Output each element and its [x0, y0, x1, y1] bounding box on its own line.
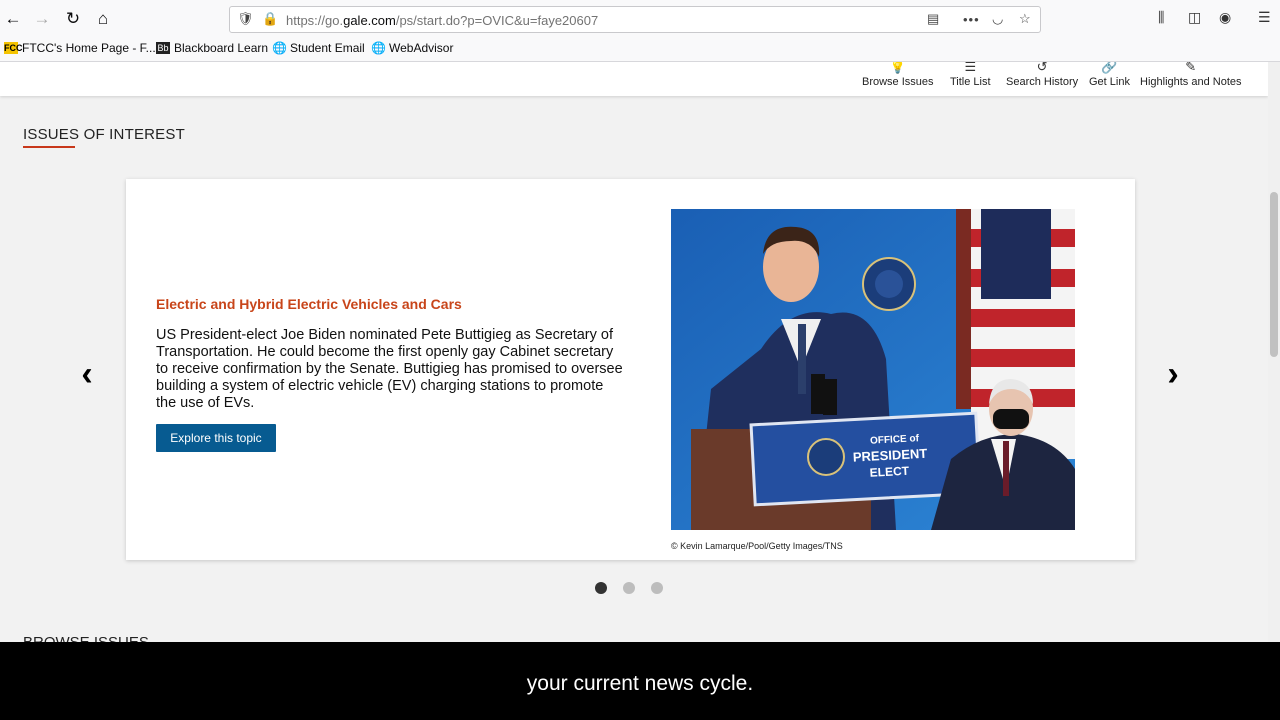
browse-issues-button[interactable]: 💡 Browse Issues: [862, 62, 934, 88]
topic-title[interactable]: Electric and Hybrid Electric Vehicles an…: [156, 296, 462, 312]
link-icon: 🔗: [1101, 62, 1118, 74]
list-icon: ☰: [964, 62, 977, 74]
lock-icon[interactable]: 🔒: [262, 11, 278, 27]
featured-issue-card: Electric and Hybrid Electric Vehicles an…: [126, 179, 1135, 560]
ftcc-icon: FCC: [4, 42, 23, 54]
tool-label: Get Link: [1089, 76, 1130, 88]
reader-view-icon[interactable]: ▤: [927, 11, 939, 27]
topic-photo: OFFICE of PRESIDENT ELECT: [671, 209, 1075, 530]
globe-icon: 🌐: [272, 41, 287, 55]
bookmark-blackboard[interactable]: Bb Blackboard Learn: [156, 41, 268, 55]
gale-page: 💡 Browse Issues ☰ Title List ↺ Search Hi…: [0, 62, 1268, 642]
browse-issues-heading: BROWSE ISSUES: [23, 634, 149, 642]
page-scrollbar[interactable]: [1268, 62, 1280, 642]
video-subtitle-bar: your current news cycle.: [0, 642, 1280, 720]
podium-text: ELECT: [869, 464, 910, 480]
explore-topic-button[interactable]: Explore this topic: [156, 424, 276, 452]
carousel-dot-1[interactable]: [595, 582, 607, 594]
bookmark-ftcc[interactable]: FCC FTCC's Home Page - F...: [4, 41, 156, 55]
carousel-dot-2[interactable]: [623, 582, 635, 594]
section-underline: [23, 146, 75, 148]
bookmark-webadvisor[interactable]: 🌐 WebAdvisor: [371, 41, 453, 55]
page-actions-icon[interactable]: •••: [963, 12, 980, 27]
highlights-notes-button[interactable]: ✎ Highlights and Notes: [1140, 62, 1242, 88]
library-icon[interactable]: ⫼: [1158, 9, 1164, 26]
carousel-next-button[interactable]: ›: [1158, 354, 1188, 394]
subtitle-text: your current news cycle.: [526, 672, 754, 695]
photo-caption: © Kevin Lamarque/Pool/Getty Images/TNS: [671, 541, 843, 551]
bookmarks-bar: FCC FTCC's Home Page - F... Bb Blackboar…: [0, 38, 1280, 60]
tool-label: Browse Issues: [862, 76, 934, 88]
reload-icon[interactable]: ↻: [62, 8, 84, 30]
bookmark-label: WebAdvisor: [389, 41, 454, 55]
history-icon: ↺: [1036, 62, 1048, 74]
navigation-bar: ← → ↻ ⌂ 🛡 🔒 https://go.gale.com/ps/start…: [0, 0, 1280, 38]
bookmark-label: Blackboard Learn: [174, 41, 269, 55]
carousel-pagination: [595, 582, 663, 594]
bookmark-label: FTCC's Home Page - F...: [22, 41, 156, 55]
shield-icon[interactable]: 🛡: [237, 11, 254, 27]
globe-icon: 🌐: [371, 41, 386, 55]
get-link-button[interactable]: 🔗 Get Link: [1089, 62, 1130, 88]
search-history-button[interactable]: ↺ Search History: [1006, 62, 1078, 88]
scrollbar-thumb[interactable]: [1270, 192, 1278, 357]
menu-icon[interactable]: ☰: [1258, 9, 1271, 26]
back-icon[interactable]: ←: [2, 8, 24, 30]
browser-chrome: ← → ↻ ⌂ 🛡 🔒 https://go.gale.com/ps/start…: [0, 0, 1280, 62]
bookmark-label: Student Email: [290, 41, 365, 55]
tool-label: Title List: [950, 76, 991, 88]
pocket-icon[interactable]: ◡: [992, 11, 1003, 27]
home-icon[interactable]: ⌂: [92, 8, 114, 30]
lightbulb-icon: 💡: [889, 62, 906, 74]
tool-label: Search History: [1006, 76, 1079, 88]
forward-icon[interactable]: →: [31, 8, 53, 30]
section-title: ISSUES OF INTEREST: [23, 126, 185, 143]
highlighter-icon: ✎: [1185, 62, 1197, 74]
sidebar-icon[interactable]: ◫: [1188, 9, 1201, 26]
url-bar[interactable]: 🛡 🔒 https://go.gale.com/ps/start.do?p=OV…: [229, 6, 1041, 33]
bookmark-student-email[interactable]: 🌐 Student Email: [272, 41, 365, 55]
carousel-prev-button[interactable]: ‹: [72, 354, 102, 394]
bookmark-star-icon[interactable]: ☆: [1019, 11, 1031, 27]
title-list-button[interactable]: ☰ Title List: [950, 62, 991, 88]
gale-toolbar: 💡 Browse Issues ☰ Title List ↺ Search Hi…: [0, 62, 1268, 96]
tool-label: Highlights and Notes: [1140, 76, 1242, 88]
account-icon[interactable]: ◉: [1219, 9, 1231, 26]
url-text[interactable]: https://go.gale.com/ps/start.do?p=OVIC&u…: [286, 13, 598, 28]
topic-description: US President-elect Joe Biden nominated P…: [156, 327, 623, 411]
carousel-dot-3[interactable]: [651, 582, 663, 594]
blackboard-icon: Bb: [156, 42, 170, 54]
